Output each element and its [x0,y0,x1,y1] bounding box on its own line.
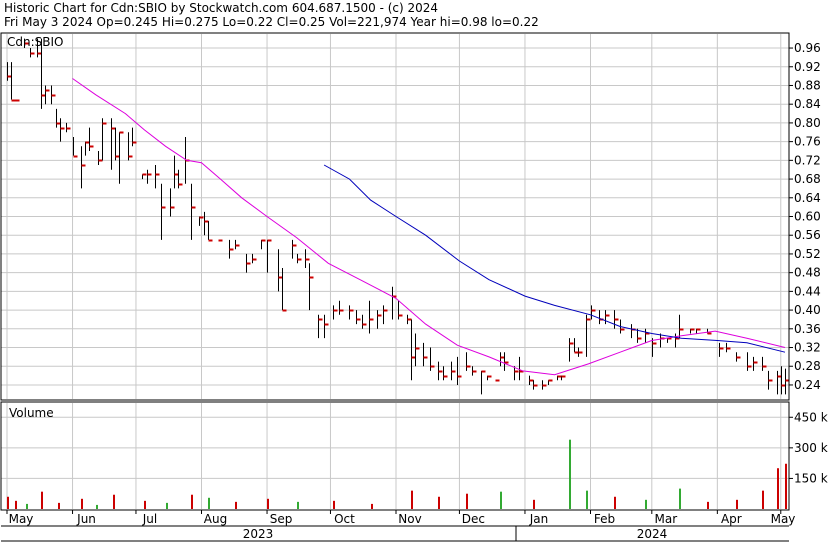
volume-bar [96,504,98,509]
volume-bar [785,463,787,509]
price-tick-label: 0.48 [794,266,821,280]
price-tick-label: 0.88 [794,78,821,92]
volume-bar [208,497,210,509]
volume-bar [645,499,647,509]
price-tick-label: 0.68 [794,172,821,186]
volume-bar [466,493,468,509]
volume-bar [614,496,616,509]
volume-bar [736,499,738,509]
volume-bar [679,488,681,509]
price-tick-label: 0.92 [794,60,821,74]
volume-tick-label: 450 k [794,410,828,424]
volume-y-axis: 450 k 300 k 150 k [789,410,828,485]
volume-bar [15,500,17,509]
price-tick-label: 0.40 [794,303,821,317]
volume-bar [333,500,335,509]
month-label: Aug [204,512,227,526]
price-tick-label: 0.24 [794,378,821,392]
stock-chart: Historic Chart for Cdn:SBIO by Stockwatc… [0,0,830,543]
chart-background [0,0,830,543]
month-label: Jul [142,512,157,526]
volume-bar [411,490,413,509]
month-label: Nov [398,512,421,526]
volume-bar [58,502,60,509]
price-tick-label: 0.64 [794,191,821,205]
ticker-label: Cdn:SBIO [7,35,63,49]
volume-bar [777,468,779,509]
volume-bar [26,503,28,509]
volume-bar [191,494,193,509]
volume-bar [371,503,373,509]
year-label-2024: 2024 [637,527,668,541]
volume-bar [113,494,115,509]
volume-bar [81,498,83,509]
month-label: Apr [721,512,742,526]
month-label: Sep [270,512,293,526]
month-label: Mar [654,512,677,526]
volume-bar [762,490,764,509]
year-label-2023: 2023 [243,527,274,541]
month-label: Jun [76,512,96,526]
volume-bar [41,491,43,509]
price-tick-label: 0.72 [794,153,821,167]
month-label: Dec [462,512,485,526]
volume-bar [235,501,237,509]
price-tick-label: 0.80 [794,116,821,130]
volume-bar [438,496,440,509]
volume-bar [267,498,269,509]
month-label: Jan [529,512,549,526]
price-tick-label: 0.56 [794,228,821,242]
month-label: Oct [334,512,355,526]
volume-label: Volume [9,406,54,420]
month-label: May [771,512,796,526]
header-line-2: Fri May 3 2024 Op=0.245 Hi=0.275 Lo=0.22… [4,15,539,29]
volume-bar [297,501,299,509]
chart-svg: Historic Chart for Cdn:SBIO by Stockwatc… [0,0,830,543]
month-label: Feb [594,512,615,526]
price-tick-label: 0.32 [794,341,821,355]
price-tick-label: 0.28 [794,359,821,373]
header-line-1: Historic Chart for Cdn:SBIO by Stockwatc… [4,1,438,15]
price-tick-label: 0.44 [794,284,821,298]
price-tick-label: 0.60 [794,210,821,224]
volume-bar [533,499,535,509]
volume-bar [586,490,588,509]
volume-bar [569,439,571,509]
price-tick-label: 0.84 [794,97,821,111]
volume-bar [500,491,502,509]
volume-tick-label: 150 k [794,471,828,485]
price-tick-label: 0.76 [794,135,821,149]
volume-bar [707,501,709,509]
volume-tick-label: 300 k [794,441,828,455]
volume-bar [144,500,146,509]
price-tick-label: 0.36 [794,322,821,336]
volume-bar [7,496,9,509]
month-label: May [9,512,34,526]
price-tick-label: 0.96 [794,41,821,55]
price-tick-label: 0.52 [794,247,821,261]
volume-bar [166,502,168,509]
